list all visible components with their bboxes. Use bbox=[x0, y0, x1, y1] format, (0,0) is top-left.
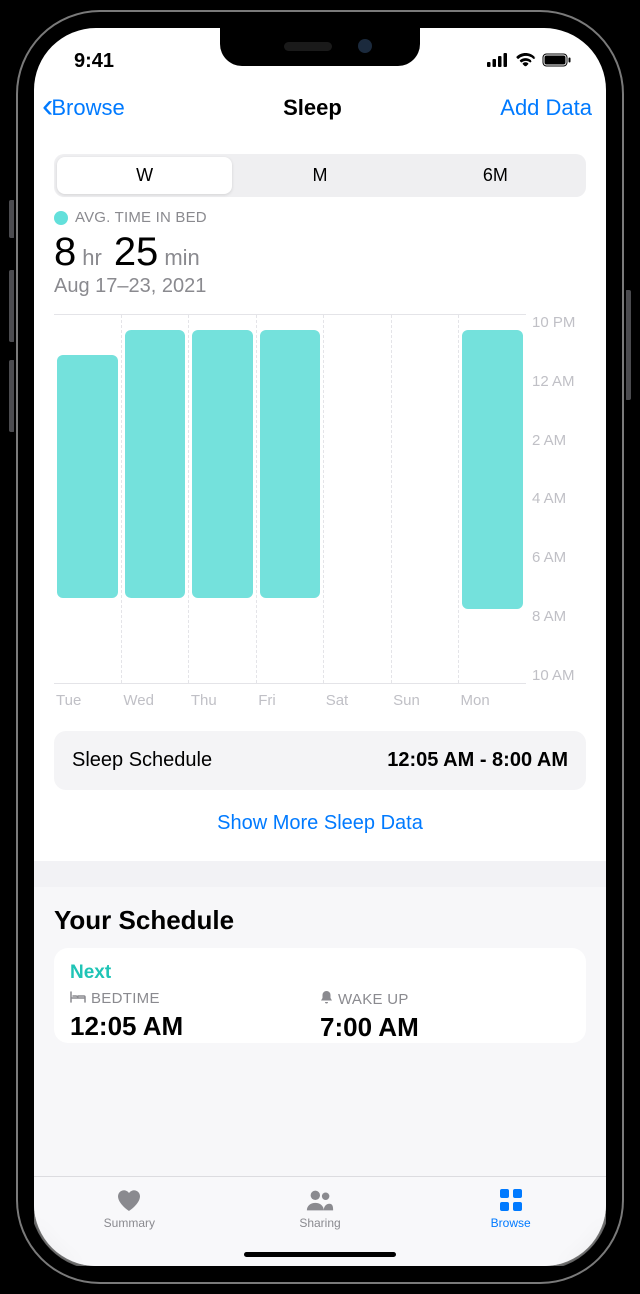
bedtime-value: 12:05 AM bbox=[70, 1011, 320, 1042]
legend-dot-icon bbox=[54, 211, 68, 225]
wake-label: WAKE UP bbox=[338, 991, 409, 1008]
sleep-schedule-value: 12:05 AM - 8:00 AM bbox=[387, 749, 568, 772]
page-title: Sleep bbox=[283, 95, 342, 121]
segment-month[interactable]: M bbox=[232, 157, 407, 194]
bed-icon bbox=[70, 990, 86, 1007]
back-label: Browse bbox=[51, 95, 124, 121]
back-button[interactable]: ‹ Browse bbox=[42, 90, 125, 126]
show-more-button[interactable]: Show More Sleep Data bbox=[54, 790, 586, 847]
bell-icon bbox=[320, 990, 333, 1008]
time-range-segment: W M 6M bbox=[54, 154, 586, 197]
sleep-chart[interactable]: 10 PM 12 AM 2 AM 4 AM 6 AM 8 AM 10 AM bbox=[54, 314, 586, 684]
cellular-icon bbox=[487, 50, 509, 73]
bedtime-label: BEDTIME bbox=[91, 990, 160, 1007]
add-data-button[interactable]: Add Data bbox=[500, 95, 592, 121]
status-time: 9:41 bbox=[74, 50, 114, 73]
chart-legend: AVG. TIME IN BED bbox=[54, 209, 586, 226]
next-label: Next bbox=[70, 962, 570, 984]
battery-icon bbox=[542, 50, 572, 73]
tab-summary[interactable]: Summary bbox=[34, 1187, 225, 1266]
wake-value: 7:00 AM bbox=[320, 1012, 570, 1043]
your-schedule-heading: Your Schedule bbox=[54, 899, 586, 948]
segment-week[interactable]: W bbox=[57, 157, 232, 194]
device-notch bbox=[220, 28, 420, 66]
avg-value: 8hr 25min bbox=[54, 230, 586, 275]
tab-browse[interactable]: Browse bbox=[415, 1187, 606, 1266]
segment-6month[interactable]: 6M bbox=[408, 157, 583, 194]
people-icon bbox=[305, 1187, 335, 1213]
legend-text: AVG. TIME IN BED bbox=[75, 209, 207, 226]
grid-icon bbox=[496, 1187, 526, 1213]
home-indicator[interactable] bbox=[244, 1252, 396, 1257]
sleep-schedule-label: Sleep Schedule bbox=[72, 749, 212, 772]
wifi-icon bbox=[515, 50, 536, 73]
x-axis: Tue Wed Thu Fri Sat Sun Mon bbox=[54, 692, 586, 709]
y-axis: 10 PM 12 AM 2 AM 4 AM 6 AM 8 AM 10 AM bbox=[526, 314, 586, 684]
schedule-card[interactable]: Next BEDTIME 12:05 AM bbox=[54, 948, 586, 1043]
date-range: Aug 17–23, 2021 bbox=[54, 275, 586, 298]
sleep-schedule-row[interactable]: Sleep Schedule 12:05 AM - 8:00 AM bbox=[54, 731, 586, 790]
nav-bar: ‹ Browse Sleep Add Data bbox=[34, 82, 606, 138]
heart-icon bbox=[114, 1187, 144, 1213]
